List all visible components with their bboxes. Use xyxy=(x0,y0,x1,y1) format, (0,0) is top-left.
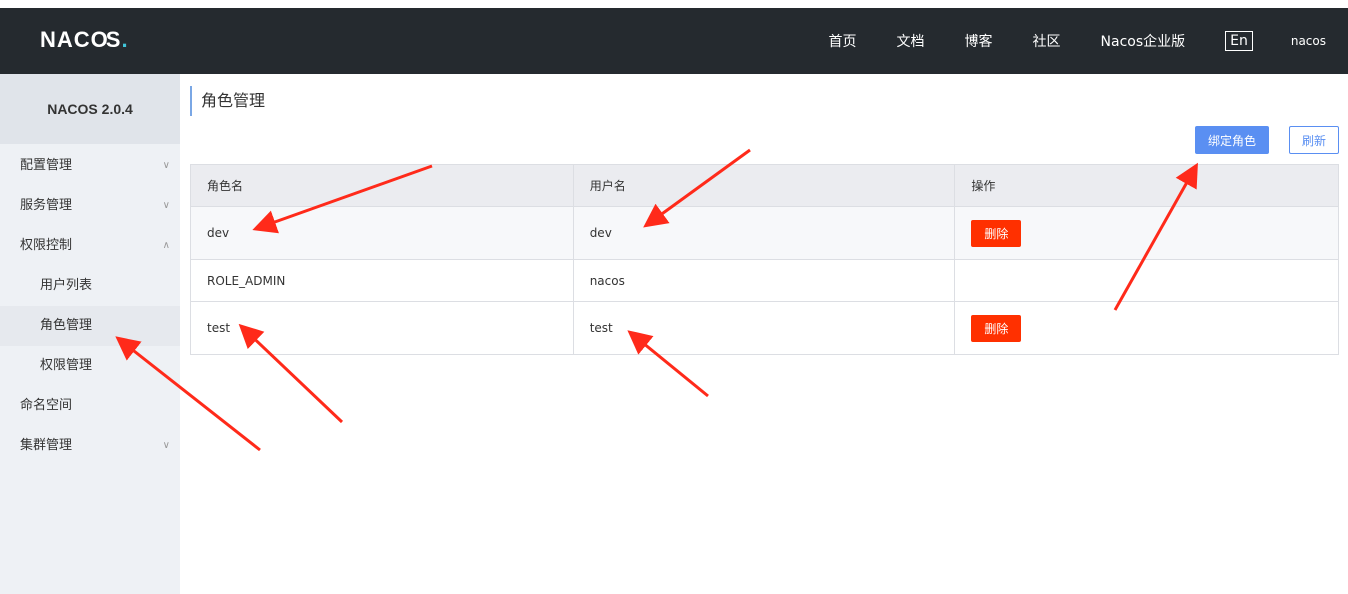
sidebar-item-label: 权限控制 xyxy=(20,238,73,253)
table-row: dev dev 删除 xyxy=(190,206,1339,260)
sidebar-item-label: 命名空间 xyxy=(20,398,73,413)
current-user[interactable]: nacos xyxy=(1291,34,1326,48)
sidebar-item-service-management[interactable]: 服务管理 ∨ xyxy=(0,186,180,226)
sidebar-item-user-list[interactable]: 用户列表 xyxy=(0,266,180,306)
nav-home[interactable]: 首页 xyxy=(829,31,857,51)
top-strip xyxy=(0,0,1348,8)
cell-user: dev xyxy=(572,206,956,260)
cell-role: test xyxy=(190,301,574,355)
nav-community[interactable]: 社区 xyxy=(1033,31,1061,51)
sidebar-item-cluster-management[interactable]: 集群管理 ∨ xyxy=(0,426,180,466)
column-header-user: 用户名 xyxy=(572,164,956,207)
refresh-button[interactable]: 刷新 xyxy=(1289,126,1339,154)
cell-user: test xyxy=(572,301,956,355)
table-row: test test 删除 xyxy=(190,301,1339,355)
sidebar-item-role-management[interactable]: 角色管理 xyxy=(0,306,180,346)
sidebar-item-namespace[interactable]: 命名空间 xyxy=(0,386,180,426)
cell-role: dev xyxy=(190,206,574,260)
cell-user: nacos xyxy=(572,259,956,302)
delete-button[interactable]: 删除 xyxy=(971,314,1022,342)
cell-action: 删除 xyxy=(954,301,1339,355)
cell-action: 删除 xyxy=(954,206,1339,260)
page-title: 角色管理 xyxy=(190,86,265,116)
sidebar-item-label: 服务管理 xyxy=(20,198,73,213)
sidebar-item-label: 权限管理 xyxy=(40,358,93,373)
top-nav: 首页 文档 博客 社区 Nacos企业版 En nacos xyxy=(829,8,1348,74)
nav-docs[interactable]: 文档 xyxy=(897,31,925,51)
nacos-logo[interactable]: NACOS. xyxy=(40,27,129,53)
sidebar-item-label: 配置管理 xyxy=(20,158,73,173)
sidebar-item-label: 用户列表 xyxy=(40,278,93,293)
column-header-role: 角色名 xyxy=(190,164,574,207)
sidebar: NACOS 2.0.4 配置管理 ∨ 服务管理 ∨ 权限控制 ∧ 用户列表 角色… xyxy=(0,74,180,594)
cell-role: ROLE_ADMIN xyxy=(190,259,574,302)
chevron-down-icon: ∨ xyxy=(162,440,170,451)
table-header-row: 角色名 用户名 操作 xyxy=(190,164,1339,207)
nav-blog[interactable]: 博客 xyxy=(965,31,993,51)
top-header: NACOS. 首页 文档 博客 社区 Nacos企业版 En nacos xyxy=(0,8,1348,74)
sidebar-item-config-management[interactable]: 配置管理 ∨ xyxy=(0,146,180,186)
sidebar-item-label: 集群管理 xyxy=(20,438,73,453)
table-row: ROLE_ADMIN nacos xyxy=(190,259,1339,302)
language-toggle-button[interactable]: En xyxy=(1225,31,1253,51)
chevron-down-icon: ∨ xyxy=(162,200,170,211)
cell-action xyxy=(954,259,1339,302)
sidebar-item-label: 角色管理 xyxy=(40,318,93,333)
sidebar-item-permission-management[interactable]: 权限管理 xyxy=(0,346,180,386)
bind-role-button[interactable]: 绑定角色 xyxy=(1195,126,1269,154)
sidebar-item-access-control[interactable]: 权限控制 ∧ xyxy=(0,226,180,266)
nav-enterprise[interactable]: Nacos企业版 xyxy=(1101,31,1186,51)
column-header-action: 操作 xyxy=(954,164,1339,207)
chevron-down-icon: ∨ xyxy=(162,160,170,171)
delete-button[interactable]: 删除 xyxy=(971,219,1022,247)
version-label: NACOS 2.0.4 xyxy=(0,74,180,144)
chevron-up-icon: ∧ xyxy=(162,240,170,251)
role-table: 角色名 用户名 操作 dev dev 删除 ROLE_ADMIN nacos t… xyxy=(190,164,1339,355)
